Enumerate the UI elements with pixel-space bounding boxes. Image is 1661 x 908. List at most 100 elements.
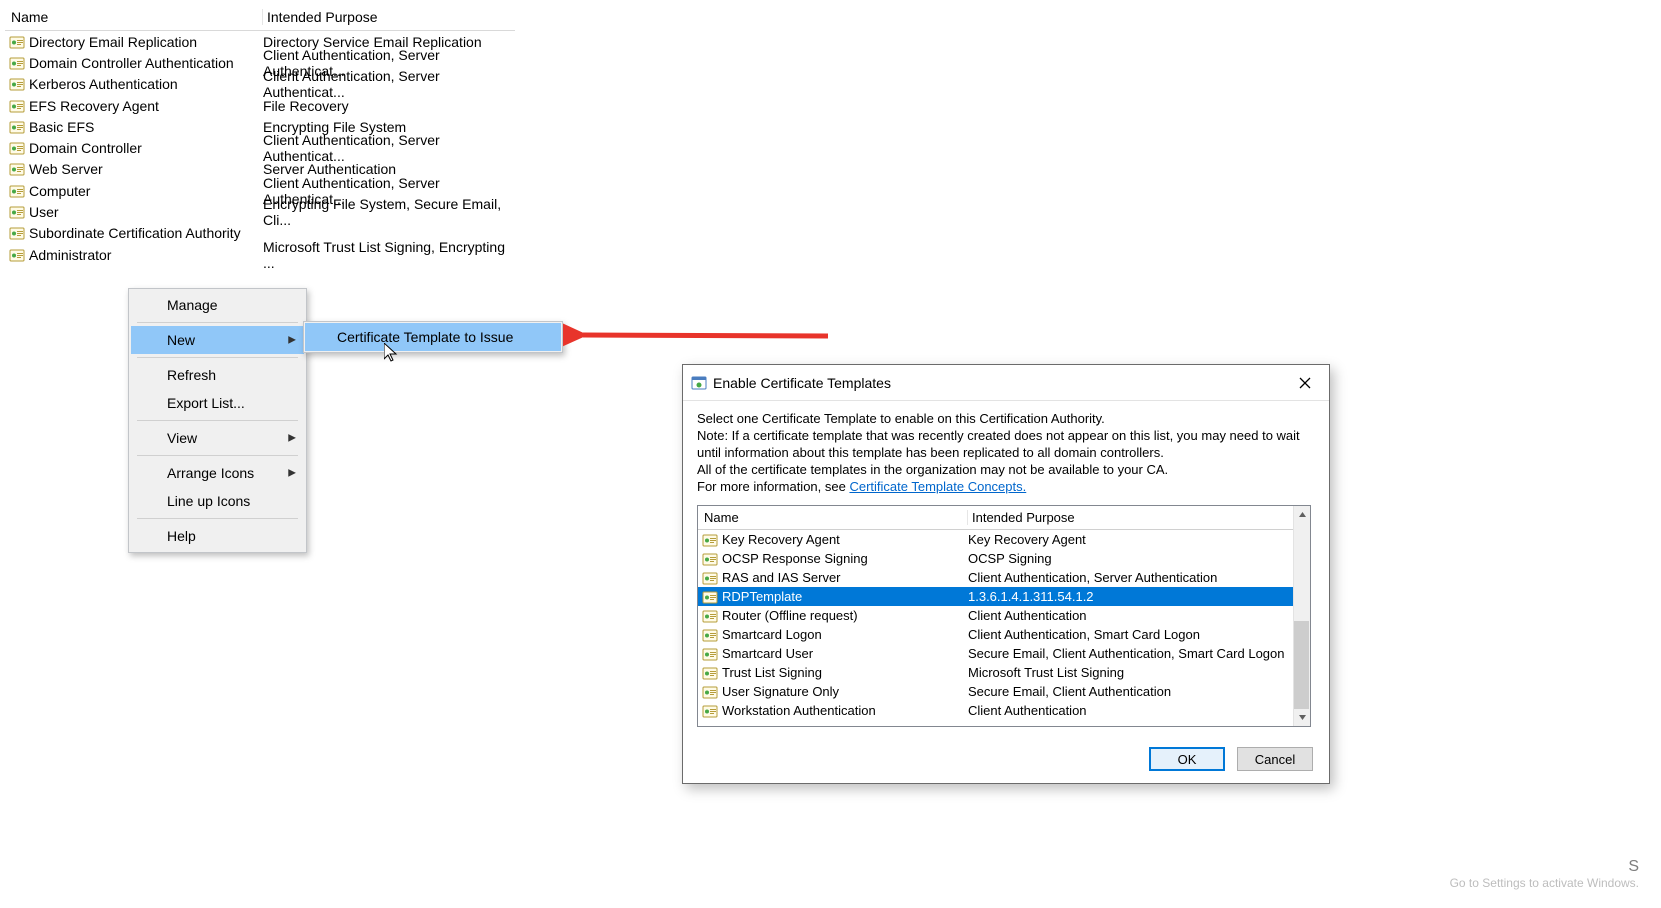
- row-name: Administrator: [29, 247, 111, 263]
- cert-template-icon: [702, 684, 718, 700]
- ctx-arrange[interactable]: Arrange Icons ▶: [131, 459, 304, 487]
- list-item[interactable]: User Signature Only Secure Email, Client…: [698, 682, 1310, 701]
- list-item[interactable]: Trust List Signing Microsoft Trust List …: [698, 663, 1310, 682]
- cert-template-icon: [9, 76, 25, 92]
- template-list: Name Intended Purpose Directory Email Re…: [5, 3, 515, 265]
- table-row[interactable]: Domain Controller Client Authentication,…: [5, 137, 515, 158]
- ok-button[interactable]: OK: [1149, 747, 1225, 771]
- cert-template-icon: [9, 183, 25, 199]
- row-name: Web Server: [29, 161, 103, 177]
- row-purpose: Microsoft Trust List Signing: [968, 665, 1310, 680]
- dialog-text: Note: If a certificate template that was…: [697, 428, 1315, 461]
- cert-template-icon: [9, 225, 25, 241]
- ctx-export[interactable]: Export List...: [131, 389, 304, 417]
- row-purpose: 1.3.6.1.4.1.311.54.1.2: [968, 589, 1310, 604]
- row-name: OCSP Response Signing: [722, 551, 868, 566]
- separator: [137, 420, 298, 421]
- separator: [137, 322, 298, 323]
- list-item[interactable]: Smartcard User Secure Email, Client Auth…: [698, 644, 1310, 663]
- dialog-buttons: OK Cancel: [1149, 747, 1313, 771]
- dialog-title: Enable Certificate Templates: [713, 375, 891, 391]
- row-name: RAS and IAS Server: [722, 570, 841, 585]
- cert-template-icon: [702, 532, 718, 548]
- cert-template-icon: [702, 589, 718, 605]
- concepts-link[interactable]: Certificate Template Concepts.: [849, 479, 1026, 494]
- row-name: Basic EFS: [29, 119, 94, 135]
- dialog-text-prefix: For more information, see: [697, 479, 849, 494]
- table-row[interactable]: User Encrypting File System, Secure Emai…: [5, 201, 515, 222]
- row-purpose: Client Authentication, Smart Card Logon: [968, 627, 1310, 642]
- cert-template-icon: [9, 34, 25, 50]
- row-name: Domain Controller: [29, 140, 142, 156]
- separator: [137, 518, 298, 519]
- row-purpose: Client Authentication, Server Authentica…: [263, 68, 515, 100]
- dialog-text: Select one Certificate Template to enabl…: [697, 411, 1315, 427]
- cert-template-icon: [9, 55, 25, 71]
- row-name: Computer: [29, 183, 90, 199]
- row-name: Router (Offline request): [722, 608, 858, 623]
- cert-template-icon: [9, 119, 25, 135]
- row-purpose: Client Authentication: [968, 703, 1310, 718]
- ctx-lineup[interactable]: Line up Icons: [131, 487, 304, 515]
- watermark-line: Go to Settings to activate Windows.: [1450, 876, 1639, 890]
- scroll-thumb[interactable]: [1294, 621, 1309, 709]
- watermark-line: S: [1450, 858, 1639, 876]
- table-row[interactable]: Kerberos Authentication Client Authentic…: [5, 74, 515, 95]
- row-purpose: Secure Email, Client Authentication, Sma…: [968, 646, 1310, 661]
- row-purpose: Key Recovery Agent: [968, 532, 1310, 547]
- ctx-help[interactable]: Help: [131, 522, 304, 550]
- submenu-cert-template-to-issue[interactable]: Certificate Template to Issue: [305, 323, 561, 351]
- submenu-new: Certificate Template to Issue: [303, 321, 563, 353]
- row-purpose: Encrypting File System, Secure Email, Cl…: [263, 196, 515, 228]
- list-item[interactable]: RAS and IAS Server Client Authentication…: [698, 568, 1310, 587]
- cert-template-icon: [702, 570, 718, 586]
- row-purpose: File Recovery: [263, 98, 515, 114]
- ctx-refresh[interactable]: Refresh: [131, 361, 304, 389]
- row-purpose: OCSP Signing: [968, 551, 1310, 566]
- row-name: User Signature Only: [722, 684, 839, 699]
- ctx-manage[interactable]: Manage: [131, 291, 304, 319]
- cert-template-icon: [702, 646, 718, 662]
- close-button[interactable]: [1283, 368, 1327, 398]
- cert-template-icon: [702, 665, 718, 681]
- list-item[interactable]: OCSP Response Signing OCSP Signing: [698, 549, 1310, 568]
- enable-templates-dialog: Enable Certificate Templates Select one …: [682, 364, 1330, 784]
- list-item[interactable]: Workstation Authentication Client Authen…: [698, 701, 1310, 720]
- header-purpose[interactable]: Intended Purpose: [263, 9, 515, 25]
- list-item[interactable]: Router (Offline request) Client Authenti…: [698, 606, 1310, 625]
- cert-template-icon: [702, 551, 718, 567]
- row-name: RDPTemplate: [722, 589, 802, 604]
- scrollbar[interactable]: [1293, 506, 1310, 726]
- scroll-up-button[interactable]: [1294, 506, 1310, 523]
- dialog-list: Name Intended Purpose Key Recovery Agent…: [697, 505, 1311, 727]
- list-item[interactable]: RDPTemplate 1.3.6.1.4.1.311.54.1.2: [698, 587, 1310, 606]
- header-purpose[interactable]: Intended Purpose: [968, 510, 1310, 525]
- submenu-arrow-icon: ▶: [288, 433, 296, 444]
- cert-template-icon: [702, 703, 718, 719]
- scroll-down-button[interactable]: [1294, 709, 1310, 726]
- annotation-arrow: [563, 322, 831, 348]
- table-row[interactable]: EFS Recovery Agent File Recovery: [5, 95, 515, 116]
- cert-template-icon: [9, 161, 25, 177]
- list-item[interactable]: Smartcard Logon Client Authentication, S…: [698, 625, 1310, 644]
- row-purpose: Microsoft Trust List Signing, Encrypting…: [263, 239, 515, 271]
- row-purpose: Secure Email, Client Authentication: [968, 684, 1310, 699]
- row-name: Workstation Authentication: [722, 703, 876, 718]
- row-name: Smartcard User: [722, 646, 813, 661]
- cert-template-icon: [9, 140, 25, 156]
- list-item[interactable]: Key Recovery Agent Key Recovery Agent: [698, 530, 1310, 549]
- dialog-text: All of the certificate templates in the …: [697, 462, 1315, 478]
- watermark: S Go to Settings to activate Windows.: [1450, 858, 1639, 890]
- cancel-button[interactable]: Cancel: [1237, 747, 1313, 771]
- dialog-icon: [691, 375, 707, 391]
- table-row[interactable]: Administrator Microsoft Trust List Signi…: [5, 244, 515, 265]
- header-name[interactable]: Name: [5, 9, 263, 25]
- row-name: Directory Email Replication: [29, 34, 197, 50]
- title-bar: Enable Certificate Templates: [683, 365, 1329, 401]
- header-name[interactable]: Name: [698, 510, 968, 525]
- ctx-view-label: View: [167, 430, 197, 446]
- ctx-view[interactable]: View ▶: [131, 424, 304, 452]
- ctx-new[interactable]: New ▶: [131, 326, 304, 354]
- row-purpose: Client Authentication, Server Authentica…: [263, 132, 515, 164]
- cert-template-icon: [9, 98, 25, 114]
